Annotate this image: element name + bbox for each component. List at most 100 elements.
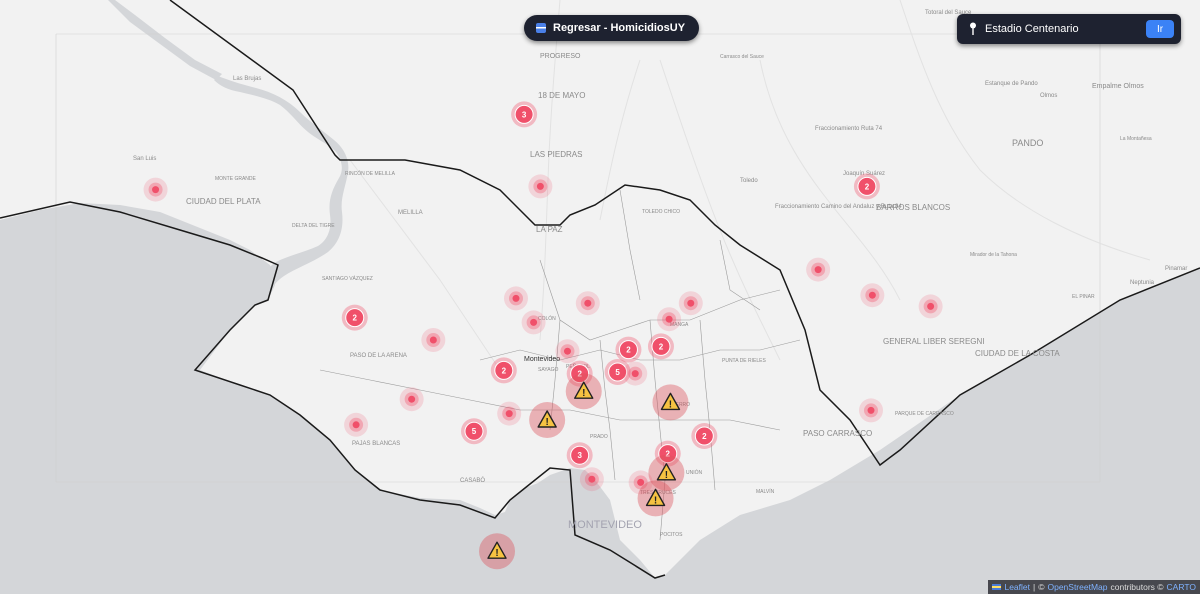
incident-marker[interactable] <box>623 361 648 386</box>
label-paso-carrasco: PASO CARRASCO <box>803 429 872 438</box>
map-attribution: Leaflet | © OpenStreetMap contributors ©… <box>988 580 1200 594</box>
label-pocitos: POCITOS <box>660 532 683 538</box>
cluster-marker[interactable]: 2 <box>490 357 517 384</box>
label-general-liber: GENERAL LIBER SEREGNI <box>883 337 985 346</box>
flag-icon <box>992 584 1002 590</box>
cluster-marker[interactable]: 2 <box>853 173 880 200</box>
flag-icon <box>536 23 546 33</box>
carto-link[interactable]: CARTO <box>1167 582 1196 592</box>
attribution-sep: | <box>1033 582 1036 592</box>
cluster-marker[interactable]: 2 <box>647 333 674 360</box>
label-sayago: SAYAGO <box>538 367 558 373</box>
label-pinamar: Pinamar <box>1165 266 1187 272</box>
cluster-count: 3 <box>577 451 582 460</box>
cluster-count: 3 <box>522 110 527 119</box>
incident-marker[interactable] <box>575 291 600 316</box>
svg-text:!: ! <box>654 495 657 506</box>
cluster-marker[interactable]: 3 <box>511 101 538 128</box>
label-olmos: Olmos <box>1040 93 1057 99</box>
label-progreso: PROGRESO <box>540 53 581 60</box>
label-18-de-mayo: 18 DE MAYO <box>538 91 585 100</box>
label-san-luis: San Luis <box>133 156 156 162</box>
label-la-montanesa: La Montañesa <box>1120 136 1152 142</box>
label-montevideo-small: Montevideo <box>524 356 560 363</box>
label-monte-grande: MONTE GRANDE <box>215 176 257 182</box>
attribution-copy: © <box>1038 582 1045 592</box>
label-pajas-blancas: PAJAS BLANCAS <box>352 441 400 447</box>
svg-text:!: ! <box>665 470 668 481</box>
incident-marker[interactable] <box>657 307 682 332</box>
incident-marker[interactable] <box>918 294 943 319</box>
label-la-paz: LA PAZ <box>536 225 563 234</box>
label-pando: PANDO <box>1012 138 1043 148</box>
incident-marker[interactable] <box>806 257 831 282</box>
svg-text:!: ! <box>495 548 498 559</box>
leaflet-link[interactable]: Leaflet <box>1004 582 1030 592</box>
label-punta-rieles: PUNTA DE RIELES <box>722 358 766 364</box>
label-las-brujas: Las Brujas <box>233 76 261 82</box>
incident-marker[interactable] <box>503 286 528 311</box>
incident-marker[interactable] <box>344 412 369 437</box>
attribution-contributors: contributors © <box>1110 582 1164 592</box>
cluster-count: 2 <box>702 432 707 441</box>
label-santiago-vazquez: SANTIAGO VÁZQUEZ <box>322 275 373 282</box>
warning-marker[interactable]: ! <box>529 402 566 438</box>
label-melilla: MELILLA <box>398 210 423 216</box>
osm-link[interactable]: OpenStreetMap <box>1047 582 1107 592</box>
incident-marker[interactable] <box>579 467 604 492</box>
cluster-count: 2 <box>865 182 870 191</box>
label-el-pinar: EL PINAR <box>1072 294 1095 300</box>
label-mirador: Mirador de la Tahona <box>970 252 1017 258</box>
warning-marker[interactable]: ! <box>637 480 674 517</box>
label-ciudad-costa: CIUDAD DE LA COSTA <box>975 349 1060 358</box>
cluster-count: 5 <box>615 368 620 377</box>
incident-marker[interactable] <box>859 398 883 423</box>
label-malvin: MALVÍN <box>756 488 775 495</box>
cluster-count: 2 <box>626 346 631 355</box>
back-button[interactable]: Regresar - HomicidiosUY <box>524 15 700 41</box>
label-fracc-74: Fraccionamiento Ruta 74 <box>815 126 883 132</box>
label-estanque: Estanque de Pando <box>985 81 1038 87</box>
cluster-marker[interactable]: 2 <box>691 423 718 449</box>
incident-marker[interactable] <box>143 177 168 202</box>
search-input[interactable] <box>981 23 1146 35</box>
cluster-count: 2 <box>353 314 358 323</box>
label-toledo: Toledo <box>740 178 758 184</box>
label-parque-carrasco: PARQUE DE CARRASCO <box>895 411 954 417</box>
incident-marker[interactable] <box>399 387 424 412</box>
cluster-count: 2 <box>502 366 507 375</box>
warning-marker[interactable]: ! <box>565 373 602 410</box>
label-barros-blancos: BARROS BLANCOS <box>876 203 950 212</box>
cluster-count: 5 <box>472 427 477 436</box>
label-las-piedras: LAS PIEDRAS <box>530 150 582 159</box>
svg-text:!: ! <box>582 388 585 399</box>
incident-marker[interactable] <box>528 174 553 199</box>
label-empalme: Empalme Olmos <box>1092 83 1144 90</box>
label-paso-arena: PASO DE LA ARENA <box>350 353 407 359</box>
incident-marker[interactable] <box>860 283 885 308</box>
map-canvas[interactable]: PROGRESO 18 DE MAYO LAS PIEDRAS LA PAZ T… <box>0 0 1200 594</box>
map-pin-icon <box>965 22 981 36</box>
svg-text:!: ! <box>545 417 548 428</box>
label-prado: PRADO <box>590 434 608 440</box>
label-delta-tigre: DELTA DEL TIGRE <box>292 223 335 229</box>
label-ciudad-plata: CIUDAD DEL PLATA <box>186 197 261 206</box>
incident-marker[interactable] <box>497 401 522 426</box>
cluster-marker[interactable]: 2 <box>341 304 368 331</box>
label-montevideo-big: MONTEVIDEO <box>568 519 642 531</box>
incident-marker[interactable] <box>421 328 446 352</box>
label-casabo: CASABÓ <box>460 477 485 484</box>
cluster-marker[interactable]: 2 <box>615 336 642 363</box>
go-button[interactable]: Ir <box>1146 20 1174 38</box>
label-carrasco-sauce: Carrasco del Sauce <box>720 54 764 60</box>
incident-marker[interactable] <box>678 291 703 316</box>
cluster-marker[interactable]: 3 <box>566 442 593 469</box>
label-rincon-melilla: RINCÓN DE MELILLA <box>345 170 396 177</box>
cluster-marker[interactable]: 5 <box>460 418 487 445</box>
warning-marker[interactable]: ! <box>652 384 689 421</box>
incident-marker[interactable] <box>521 310 546 335</box>
incident-marker[interactable] <box>555 339 580 364</box>
label-toledo-chico: TOLEDO CHICO <box>642 209 680 215</box>
warning-marker[interactable]: ! <box>479 533 516 570</box>
svg-text:!: ! <box>669 399 672 410</box>
